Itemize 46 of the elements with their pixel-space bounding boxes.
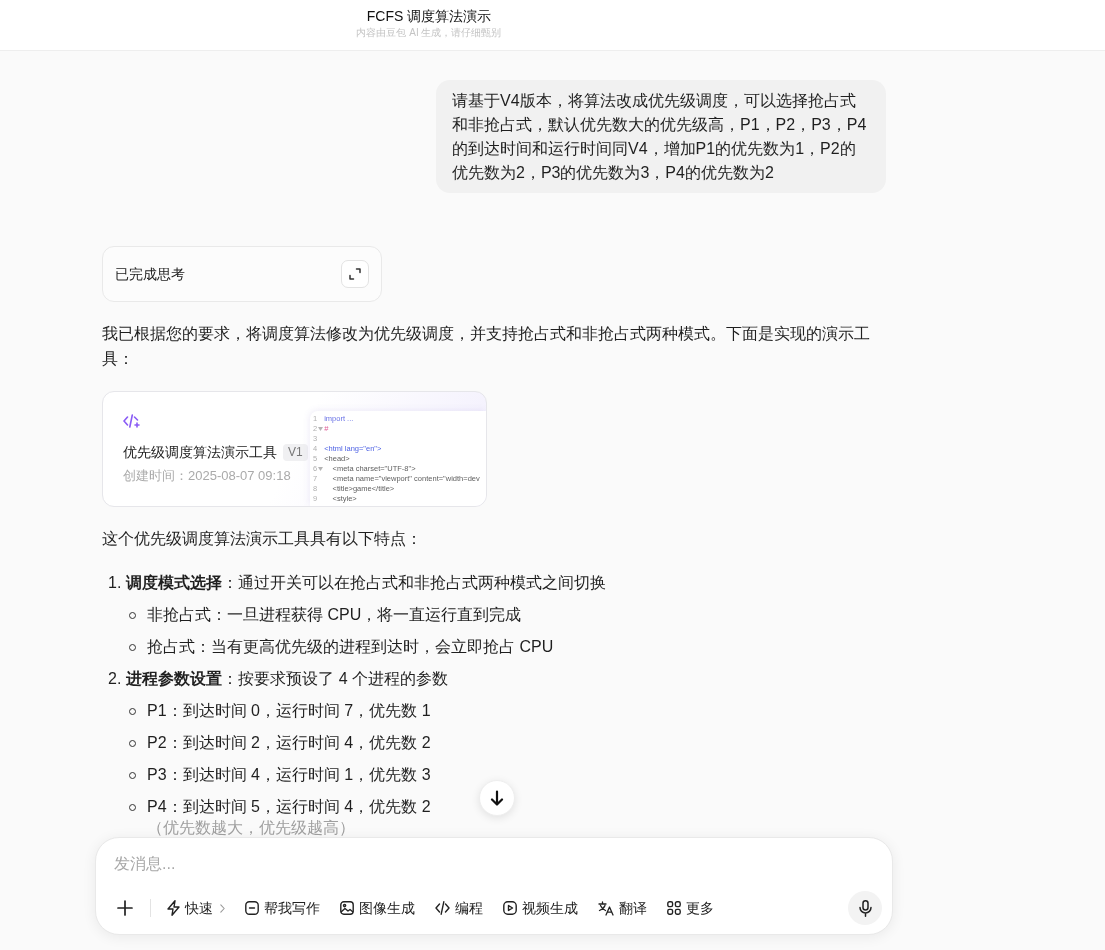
image-icon (340, 901, 354, 915)
thinking-status-label: 已完成思考 (115, 265, 185, 284)
code-icon (435, 901, 450, 915)
list-item-note: （优先数越大，优先级越高） (147, 819, 355, 837)
list-item-text: P3：到达时间 4，运行时间 1，优先数 3 (147, 765, 431, 785)
list-item-text: P4：到达时间 5，运行时间 4，优先数 2 (147, 797, 431, 817)
tool-button[interactable]: 帮我写作 (240, 894, 325, 922)
plus-icon (117, 900, 133, 916)
artifact-title: 优先级调度算法演示工具 (123, 443, 277, 462)
message-composer[interactable]: 发消息... 快速 帮我写作 图像生成 编程 视频生成 翻译 更多 (95, 837, 893, 935)
list-number: 2. (108, 669, 122, 689)
list-number: 1. (108, 573, 122, 593)
tool-button[interactable]: 翻译 (593, 894, 652, 922)
user-message-bubble: 请基于V4版本，将算法改成优先级调度，可以选择抢占式和非抢占式，默认优先数大的优先级高，P1，P2，P3，P4的到达时间和运行时间同V4，增加P1的优先数为1，P2的优先数为2，P3的优先数为3，P4的优先数为2 (436, 80, 886, 193)
play-icon (503, 901, 517, 915)
tool-button[interactable]: 编程 (430, 894, 488, 922)
reply-paragraph: 我已根据您的要求，将调度算法修改为优先级调度，并支持抢占式和非抢占式两种模式。下面是实现的演示工具： (102, 324, 871, 369)
expand-button[interactable] (341, 260, 369, 288)
code-icon (123, 414, 140, 428)
thinking-panel[interactable]: 已完成思考 (102, 246, 382, 302)
microphone-icon (858, 899, 872, 917)
lightning-icon (167, 900, 180, 916)
list-item-text: P2：到达时间 2，运行时间 4，优先数 2 (147, 733, 431, 753)
list-item-text: 抢占式：当有更高优先级的进程到达时，会立即抢占 CPU (147, 637, 554, 657)
microphone-button[interactable] (848, 891, 882, 925)
tool-button[interactable]: 快速 (162, 894, 230, 922)
chat-title: FCFS 调度算法演示 (366, 7, 492, 26)
grid-icon (667, 901, 681, 915)
version-badge: V1 (283, 443, 308, 461)
message-input[interactable]: 发消息... (112, 851, 874, 877)
tool-button[interactable]: 更多 (662, 894, 719, 922)
tool-button[interactable]: 视频生成 (498, 894, 583, 922)
list-item-text: 进程参数设置：按要求预设了 4 个进程的参数 (126, 669, 449, 689)
fold-caret-icon (318, 467, 324, 471)
list-item-text: 非抢占式：一旦进程获得 CPU，将一直运行直到完成 (147, 605, 522, 625)
expand-icon (349, 268, 361, 280)
list-item-text: P1：到达时间 0，运行时间 7，优先数 1 (147, 701, 431, 721)
fold-caret-icon (318, 427, 324, 431)
reply-paragraph: 这个优先级调度算法演示工具具有以下特点： (102, 529, 423, 549)
tool-button[interactable]: 图像生成 (335, 894, 420, 922)
created-time: 创建时间：2025-08-07 09:18 (123, 467, 291, 485)
note-icon (245, 901, 259, 915)
list-item-text: 调度模式选择：通过开关可以在抢占式和非抢占式两种模式之间切换 (126, 573, 607, 593)
arrow-down-icon (490, 790, 504, 806)
scroll-down-button[interactable] (479, 780, 515, 816)
translate-icon (598, 900, 614, 916)
